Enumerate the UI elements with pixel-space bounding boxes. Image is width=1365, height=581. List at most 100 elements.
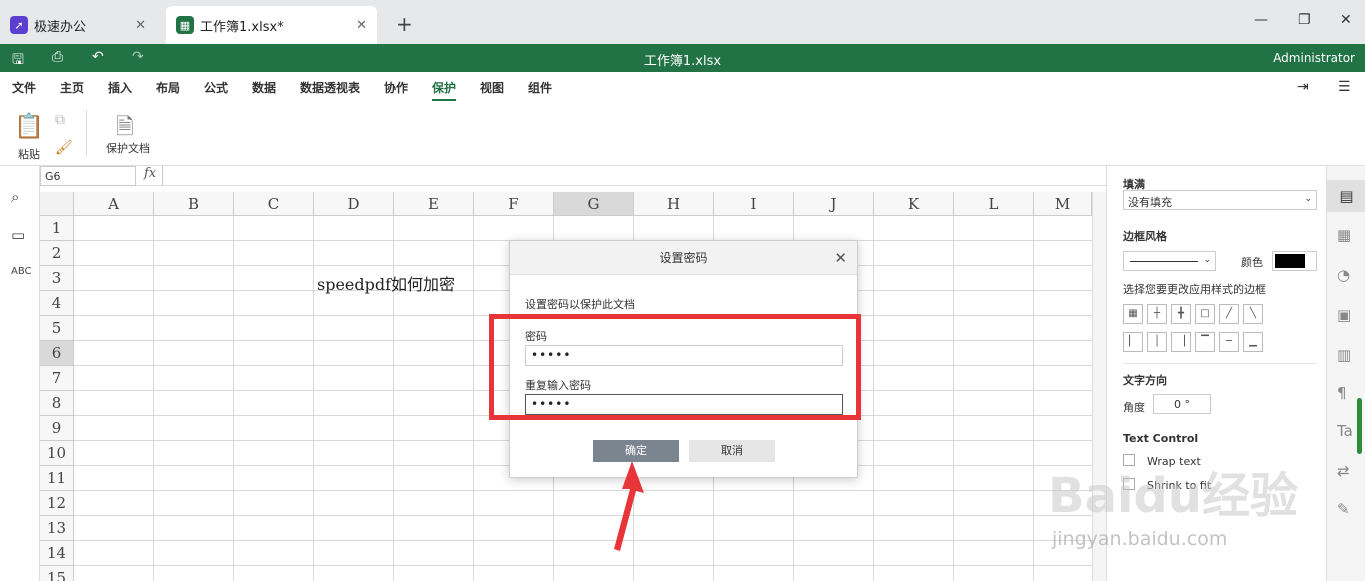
signature-icon[interactable]: ✎ bbox=[1337, 500, 1350, 518]
shape-settings-icon[interactable]: ◔ bbox=[1337, 266, 1350, 284]
border-top-icon[interactable]: ▔ bbox=[1195, 332, 1215, 352]
pivot-settings-icon[interactable]: ⇄ bbox=[1337, 462, 1350, 480]
formula-input[interactable] bbox=[162, 166, 1106, 186]
close-icon[interactable]: ✕ bbox=[135, 18, 146, 33]
fx-icon[interactable]: fx bbox=[144, 166, 162, 186]
chart-settings-icon[interactable]: ▥ bbox=[1337, 346, 1351, 364]
menu-data[interactable]: 数据 bbox=[252, 79, 276, 96]
cell-d3[interactable]: speedpdf如何加密 bbox=[317, 271, 455, 295]
angle-input[interactable]: 0 ° bbox=[1153, 394, 1211, 414]
minimize-icon[interactable]: — bbox=[1254, 12, 1268, 28]
column-header[interactable]: E bbox=[394, 192, 474, 216]
border-hcenter-icon[interactable]: ─ bbox=[1219, 332, 1239, 352]
menu-collab[interactable]: 协作 bbox=[384, 79, 408, 96]
border-color-select[interactable] bbox=[1272, 251, 1317, 271]
row-header[interactable]: 15 bbox=[40, 566, 74, 581]
column-header[interactable]: F bbox=[474, 192, 554, 216]
menu-home[interactable]: 主页 bbox=[60, 79, 84, 96]
column-header[interactable]: B bbox=[154, 192, 234, 216]
border-vcenter-icon[interactable]: │ bbox=[1147, 332, 1167, 352]
user-name[interactable]: Administrator bbox=[1273, 51, 1355, 65]
image-settings-icon[interactable]: ▣ bbox=[1337, 306, 1351, 324]
table-settings-icon[interactable]: ▦ bbox=[1337, 226, 1351, 244]
menu-components[interactable]: 组件 bbox=[528, 79, 552, 96]
row-header[interactable]: 3 bbox=[40, 266, 74, 291]
paste-label[interactable]: 粘贴 bbox=[18, 146, 40, 162]
share-icon[interactable]: ⇥ bbox=[1297, 79, 1309, 95]
menu-formula[interactable]: 公式 bbox=[204, 79, 228, 96]
row-header[interactable]: 10 bbox=[40, 441, 74, 466]
format-painter-icon[interactable]: 🖌 bbox=[55, 140, 73, 156]
tab-workbook[interactable]: ▦ 工作簿1.xlsx* ✕ bbox=[166, 6, 377, 44]
column-header[interactable]: L bbox=[954, 192, 1034, 216]
panel-scrollbar[interactable] bbox=[1357, 398, 1362, 454]
row-header[interactable]: 8 bbox=[40, 391, 74, 416]
dialog-title: 设置密码 bbox=[510, 241, 857, 275]
menu-layout[interactable]: 布局 bbox=[156, 79, 180, 96]
menu-file[interactable]: 文件 bbox=[12, 79, 36, 96]
name-box[interactable]: G6 bbox=[40, 166, 136, 186]
row-header[interactable]: 4 bbox=[40, 291, 74, 316]
row-header[interactable]: 7 bbox=[40, 366, 74, 391]
menu-icon[interactable]: ☰ bbox=[1338, 79, 1351, 95]
paragraph-icon[interactable]: ¶ bbox=[1337, 384, 1347, 402]
menu-insert[interactable]: 插入 bbox=[108, 79, 132, 96]
diagonal-up-icon[interactable]: ╱ bbox=[1219, 304, 1239, 324]
column-header[interactable]: A bbox=[74, 192, 154, 216]
menu-pivot[interactable]: 数据透视表 bbox=[300, 79, 360, 96]
menu-bar: 文件 主页 插入 布局 公式 数据 数据透视表 协作 保护 视图 组件 ⇥ ☰ bbox=[0, 72, 1365, 102]
cancel-button[interactable]: 取消 bbox=[689, 440, 775, 462]
diagonal-down-icon[interactable]: ╲ bbox=[1243, 304, 1263, 324]
window-close-icon[interactable]: ✕ bbox=[1340, 12, 1352, 28]
column-header[interactable]: J bbox=[794, 192, 874, 216]
row-header-selected[interactable]: 6 bbox=[40, 341, 74, 366]
row-header[interactable]: 12 bbox=[40, 491, 74, 516]
formula-bar: G6 fx bbox=[40, 166, 1106, 186]
row-header[interactable]: 11 bbox=[40, 466, 74, 491]
new-tab-icon[interactable]: + bbox=[396, 12, 413, 36]
border-all-icon[interactable]: ▦ bbox=[1123, 304, 1143, 324]
cell-settings-icon[interactable]: ▤ bbox=[1327, 180, 1365, 212]
column-header-selected[interactable]: G bbox=[554, 192, 634, 216]
fill-select[interactable]: 没有填充 ⌄ bbox=[1123, 190, 1317, 210]
border-bottom-icon[interactable]: ▁ bbox=[1243, 332, 1263, 352]
maximize-icon[interactable]: ❐ bbox=[1298, 12, 1311, 28]
menu-view[interactable]: 视图 bbox=[480, 79, 504, 96]
border-inner-icon[interactable]: ┼ bbox=[1147, 304, 1167, 324]
close-icon[interactable]: ✕ bbox=[834, 249, 847, 267]
comment-icon[interactable]: ▭ bbox=[11, 226, 25, 244]
protect-document-label[interactable]: 保护文档 bbox=[106, 140, 150, 156]
watermark-logo: Baidu经验 bbox=[1048, 468, 1298, 524]
spellcheck-icon[interactable]: ABC bbox=[11, 266, 32, 277]
paste-icon[interactable]: 📋 bbox=[14, 112, 44, 140]
copy-icon[interactable]: ⧉ bbox=[55, 112, 65, 128]
border-outer-icon[interactable]: □ bbox=[1195, 304, 1215, 324]
column-header[interactable]: H bbox=[634, 192, 714, 216]
search-icon[interactable]: ⌕ bbox=[11, 188, 19, 206]
menu-protect[interactable]: 保护 bbox=[432, 79, 457, 101]
column-header[interactable]: C bbox=[234, 192, 314, 216]
row-header[interactable]: 1 bbox=[40, 216, 74, 241]
chevron-down-icon: ⌄ bbox=[1203, 255, 1211, 265]
column-header[interactable]: I bbox=[714, 192, 794, 216]
border-right-icon[interactable]: ▕ bbox=[1171, 332, 1191, 352]
tab-jisu-office[interactable]: ➚ 极速办公 ✕ bbox=[0, 6, 160, 44]
row-header[interactable]: 13 bbox=[40, 516, 74, 541]
text-art-icon[interactable]: Ta bbox=[1337, 422, 1353, 440]
row-header[interactable]: 2 bbox=[40, 241, 74, 266]
border-left-icon[interactable]: ▏ bbox=[1123, 332, 1143, 352]
ribbon: 📋 粘贴 ⧉ 🖌 🗎 保护文档 bbox=[0, 102, 1365, 166]
select-all-corner[interactable] bbox=[40, 192, 74, 216]
tab-label: 极速办公 bbox=[34, 19, 87, 35]
color-label: 颜色 bbox=[1241, 256, 1263, 269]
row-header[interactable]: 9 bbox=[40, 416, 74, 441]
row-header[interactable]: 5 bbox=[40, 316, 74, 341]
column-header[interactable]: D bbox=[314, 192, 394, 216]
border-cross-icon[interactable]: ╋ bbox=[1171, 304, 1191, 324]
column-header[interactable]: M bbox=[1034, 192, 1092, 216]
row-header[interactable]: 14 bbox=[40, 541, 74, 566]
border-style-select[interactable]: ⌄ bbox=[1123, 251, 1216, 271]
close-icon[interactable]: ✕ bbox=[356, 18, 367, 33]
column-header[interactable]: K bbox=[874, 192, 954, 216]
rocket-icon: ➚ bbox=[10, 16, 28, 34]
